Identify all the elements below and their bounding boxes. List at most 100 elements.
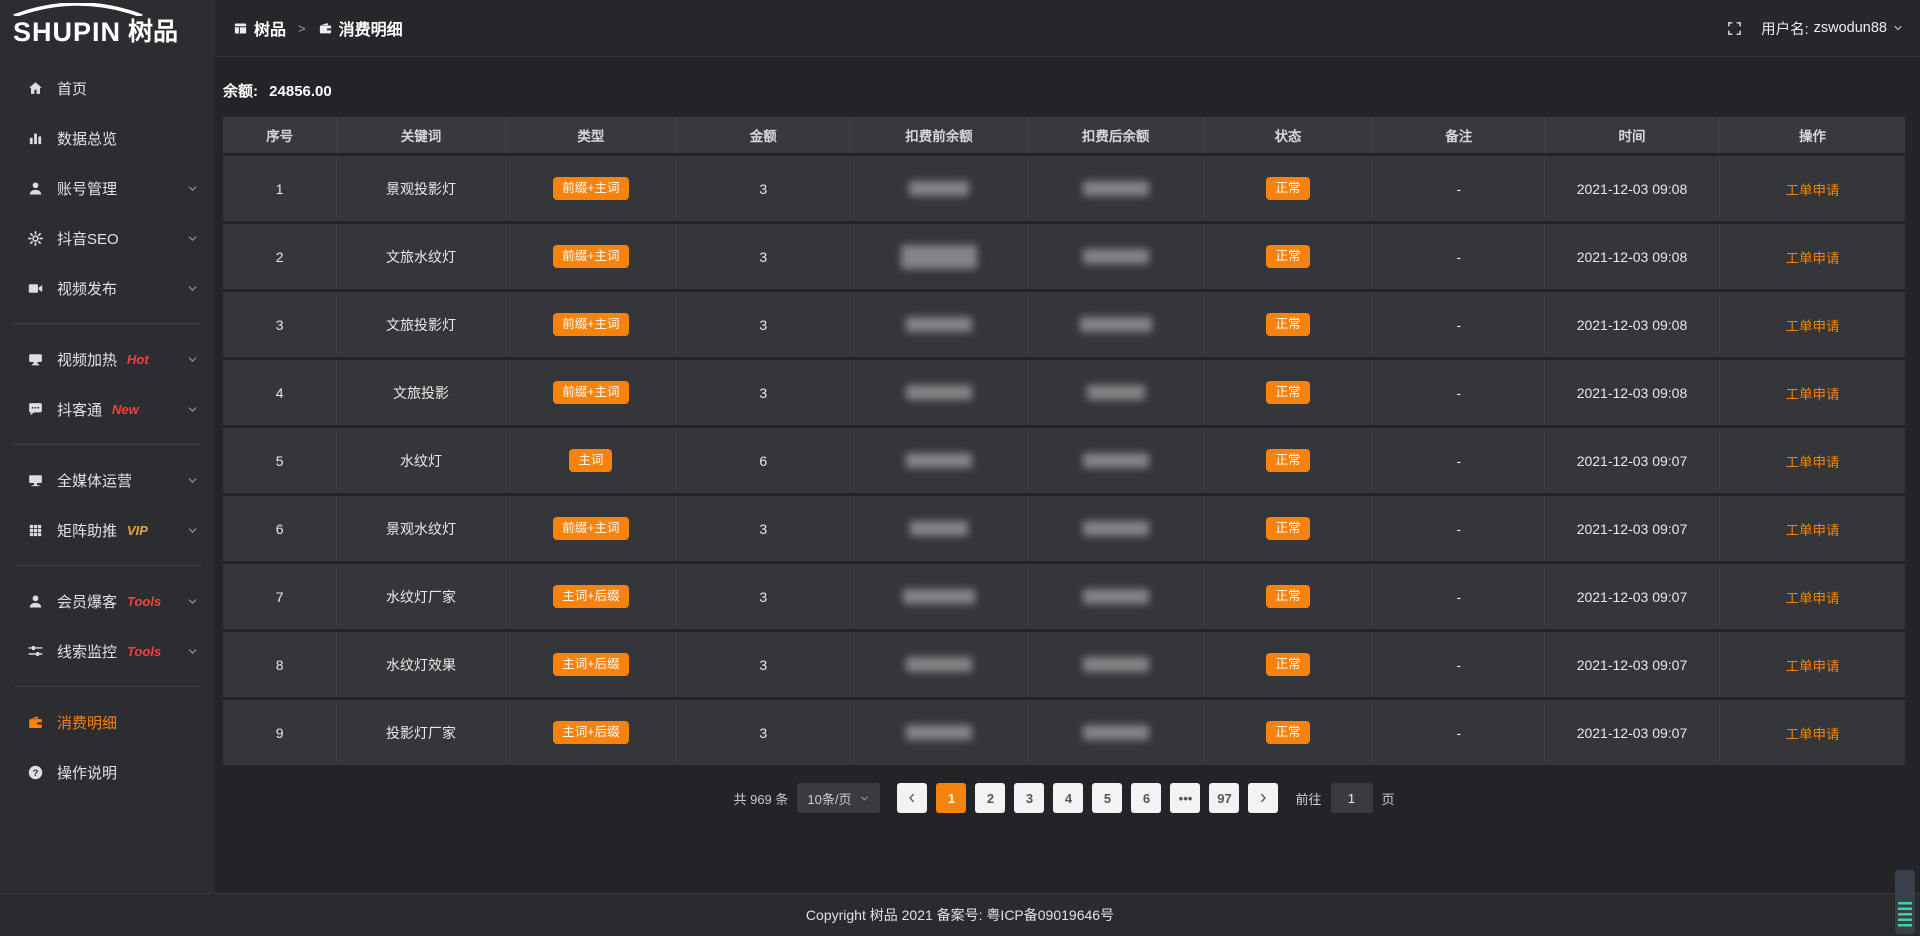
sidebar-item-group: 全媒体运营 — [0, 455, 215, 505]
cell-balance-before — [850, 700, 1028, 765]
cell-status: 正常 — [1204, 224, 1374, 289]
main-content: 余额: 24856.00 序号关键词类型金额扣费前余额扣费后余额状态备注时间操作… — [215, 57, 1920, 893]
sidebar-item[interactable]: 账号管理 — [0, 163, 215, 213]
sidebar-item[interactable]: 抖客通 New — [0, 384, 215, 434]
chevron-down-icon — [186, 403, 199, 416]
svg-text:?: ? — [33, 767, 39, 778]
pagination-total: 共 969 条 — [733, 789, 788, 808]
status-badge: 正常 — [1266, 721, 1309, 744]
goto-page-input[interactable] — [1331, 783, 1373, 813]
cell-amount: 6 — [677, 428, 850, 493]
cell-balance-after — [1029, 360, 1204, 425]
sidebar-item[interactable]: ? 操作说明 — [0, 747, 215, 797]
cell-remark: - — [1373, 632, 1545, 697]
cell-type: 主词+后缀 — [506, 564, 678, 629]
floating-widget[interactable] — [1895, 870, 1915, 934]
sidebar-item[interactable]: 数据总览 — [0, 113, 215, 163]
next-page-button[interactable] — [1248, 783, 1278, 813]
widget-stripes — [1898, 902, 1912, 928]
page-number-button[interactable]: 5 — [1092, 783, 1122, 813]
work-order-link[interactable]: 工单申请 — [1785, 591, 1839, 606]
username-label: 用户名: — [1761, 18, 1809, 39]
type-badge: 主词 — [569, 449, 612, 472]
sidebar-item[interactable]: 消费明细 — [0, 697, 215, 747]
page-number-button[interactable]: 4 — [1053, 783, 1083, 813]
sidebar-item-badge: Hot — [127, 352, 149, 367]
cell-action: 工单申请 — [1720, 360, 1905, 425]
user-icon — [27, 180, 44, 197]
cell-index: 4 — [223, 360, 337, 425]
home-icon — [27, 80, 44, 97]
user-menu[interactable]: 用户名: zswodun88 — [1761, 18, 1904, 39]
cell-keyword: 景观水纹灯 — [337, 496, 505, 561]
chevron-down-icon — [186, 595, 199, 608]
cell-remark: - — [1373, 428, 1545, 493]
sidebar-item-badge: Tools — [127, 594, 161, 609]
page-number-button[interactable]: 2 — [975, 783, 1005, 813]
sidebar-item-group: 消费明细 — [0, 697, 215, 747]
sidebar-divider — [14, 444, 201, 445]
cell-amount: 3 — [677, 360, 850, 425]
sidebar-item[interactable]: 抖音SEO — [0, 213, 215, 263]
cell-status: 正常 — [1204, 428, 1374, 493]
work-order-link[interactable]: 工单申请 — [1785, 183, 1839, 198]
column-header: 关键词 — [337, 117, 505, 153]
page-number-button[interactable]: 3 — [1014, 783, 1044, 813]
page-number-button[interactable]: 6 — [1131, 783, 1161, 813]
table-row: 7 水纹灯厂家 主词+后缀 3 正常 - 2021-12-03 09:07 工单… — [223, 564, 1905, 629]
cell-type: 前缀+主词 — [506, 224, 678, 289]
sidebar-item[interactable]: 视频发布 — [0, 263, 215, 313]
sidebar-item[interactable]: 线索监控 Tools — [0, 626, 215, 676]
cell-type: 前缀+主词 — [506, 156, 678, 221]
logo-text: SHUPIN — [13, 19, 121, 46]
cell-balance-after — [1029, 156, 1204, 221]
status-badge: 正常 — [1266, 449, 1309, 472]
cell-remark: - — [1373, 700, 1545, 765]
sidebar-item-group: ? 操作说明 — [0, 747, 215, 797]
sidebar-item-group: 视频发布 — [0, 263, 215, 324]
column-header-label: 备注 — [1445, 129, 1472, 144]
sidebar-item[interactable]: 视频加热 Hot — [0, 334, 215, 384]
cell-status: 正常 — [1204, 700, 1374, 765]
consumption-table: 序号关键词类型金额扣费前余额扣费后余额状态备注时间操作 1 景观投影灯 前缀+主… — [223, 114, 1905, 768]
sidebar-item[interactable]: 会员爆客 Tools — [0, 576, 215, 626]
cell-balance-after — [1029, 700, 1204, 765]
sidebar-item[interactable]: 全媒体运营 — [0, 455, 215, 505]
work-order-link[interactable]: 工单申请 — [1785, 455, 1839, 470]
sidebar-item-group: 抖客通 New — [0, 384, 215, 445]
table-row: 2 文旅水纹灯 前缀+主词 3 正常 - 2021-12-03 09:08 工单… — [223, 224, 1905, 289]
work-order-link[interactable]: 工单申请 — [1785, 251, 1839, 266]
page-number-button[interactable]: 97 — [1209, 783, 1239, 813]
prev-page-button[interactable] — [897, 783, 927, 813]
breadcrumb-home[interactable]: 树品 — [233, 16, 286, 40]
page-number-button[interactable]: ••• — [1170, 783, 1200, 813]
column-header: 备注 — [1373, 117, 1545, 153]
work-order-link[interactable]: 工单申请 — [1785, 387, 1839, 402]
page-number-button[interactable]: 1 — [936, 783, 966, 813]
breadcrumb-current[interactable]: 消费明细 — [318, 16, 403, 40]
fullscreen-icon[interactable] — [1726, 20, 1743, 37]
column-header: 状态 — [1204, 117, 1374, 153]
chevron-down-icon — [186, 474, 199, 487]
column-header: 扣费后余额 — [1029, 117, 1204, 153]
cell-balance-after — [1029, 632, 1204, 697]
type-badge: 主词+后缀 — [553, 585, 628, 608]
work-order-link[interactable]: 工单申请 — [1785, 659, 1839, 674]
page-buttons: 123456 ••• 97 — [936, 783, 1239, 813]
work-order-link[interactable]: 工单申请 — [1785, 319, 1839, 334]
sidebar-item-group: 会员爆客 Tools — [0, 576, 215, 626]
work-order-link[interactable]: 工单申请 — [1785, 727, 1839, 742]
sidebar-item[interactable]: 矩阵助推 VIP — [0, 505, 215, 555]
cell-index: 2 — [223, 224, 337, 289]
cell-keyword: 水纹灯效果 — [337, 632, 505, 697]
cell-keyword: 文旅投影灯 — [337, 292, 505, 357]
cell-amount: 3 — [677, 496, 850, 561]
app-logo: SHUPIN 树品 — [0, 0, 215, 57]
cell-index: 1 — [223, 156, 337, 221]
table-row: 8 水纹灯效果 主词+后缀 3 正常 - 2021-12-03 09:07 工单… — [223, 632, 1905, 697]
sidebar-item-badge: VIP — [127, 523, 148, 538]
page-size-select[interactable]: 10条/页 — [797, 783, 880, 813]
cell-keyword: 文旅水纹灯 — [337, 224, 505, 289]
work-order-link[interactable]: 工单申请 — [1785, 523, 1839, 538]
sidebar-item[interactable]: 首页 — [0, 63, 215, 113]
